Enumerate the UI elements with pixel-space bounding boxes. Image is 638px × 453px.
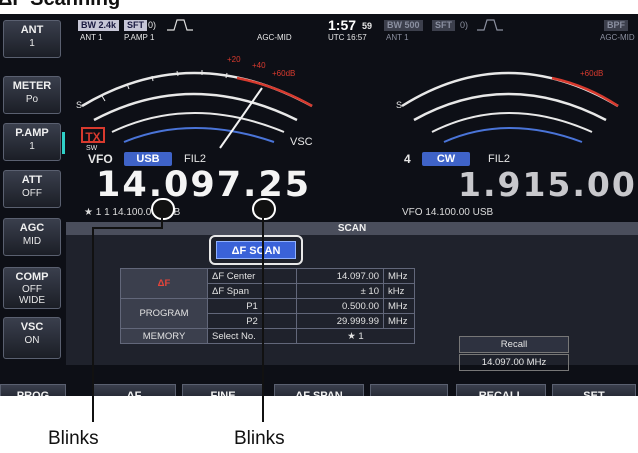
p2-unit: MHz	[383, 313, 415, 329]
sft-indicator-sub: SFT	[432, 20, 455, 31]
set-key[interactable]: SET	[552, 384, 636, 396]
filter-shape-icon	[167, 19, 193, 31]
svg-text:S: S	[76, 100, 82, 110]
sw-scale-label: SW	[86, 145, 98, 152]
vfo-sub-index: 4	[404, 152, 411, 166]
sft-indicator-main: SFT	[124, 20, 147, 31]
clock-time: 1:57	[328, 17, 357, 33]
blink-marker-right	[252, 198, 276, 220]
tx-indicator: TX	[81, 127, 105, 144]
recall-label: Recall	[459, 336, 569, 353]
center-value[interactable]: 14.097.00	[296, 268, 384, 284]
sub-s-meter: S +60dB	[396, 69, 619, 143]
agc-button-value: MID	[22, 236, 42, 247]
recall-value: 14.097.00 MHz	[459, 354, 569, 371]
svg-text:S: S	[396, 100, 402, 110]
pamp-button-value: 1	[29, 141, 35, 152]
svg-text:+60dB: +60dB	[272, 69, 295, 78]
radio-display: ANT 1 METER Po P.AMP 1 ATT OFF AGC MID C…	[0, 14, 638, 396]
delta-f-span-key[interactable]: ΔF SPAN	[274, 384, 364, 396]
memory-row-head: MEMORY	[120, 328, 208, 344]
callout-line	[262, 218, 264, 422]
mode-main[interactable]: USB	[124, 152, 172, 166]
agc-button-label: AGC	[19, 222, 45, 234]
vsc-button[interactable]: VSC ON	[3, 317, 61, 359]
blank-key[interactable]	[370, 384, 448, 396]
prog-key[interactable]: PROG	[0, 384, 66, 396]
blinks-callout-left: Blinks	[48, 428, 99, 449]
main-frequency: 14.097.25	[96, 165, 312, 205]
table-row: ΔF ΔF Center 14.097.00 MHz	[120, 268, 415, 299]
ant-status-sub: ANT 1	[386, 33, 409, 42]
p1-value: 0.500.00	[296, 298, 384, 314]
svg-text:+20: +20	[227, 55, 241, 64]
select-no-value: ★ 1	[296, 328, 415, 344]
select-no-label: Select No.	[207, 328, 297, 344]
sft-value-sub: 0)	[460, 20, 469, 30]
p2-label: P2	[207, 313, 297, 329]
agc-status-sub: AGC-MID	[600, 33, 635, 42]
center-unit: MHz	[383, 268, 415, 284]
vfo-main-label: VFO	[88, 152, 113, 166]
vsc-indicator: VSC	[290, 136, 313, 148]
ant-status-main: ANT 1	[80, 33, 103, 42]
att-button-value: OFF	[22, 188, 42, 199]
delta-f-scan-button[interactable]: ΔF SCAN	[216, 241, 296, 259]
agc-status-main: AGC-MID	[257, 33, 292, 42]
bw-indicator-main: BW 2.4k	[78, 20, 120, 31]
scan-settings-table: ΔF ΔF Center 14.097.00 MHz ΔF Span ± 10 …	[120, 268, 415, 344]
active-indicator	[62, 132, 65, 154]
svg-text:+40: +40	[252, 61, 266, 70]
table-row: MEMORY Select No. ★ 1	[120, 328, 415, 344]
p2-value: 29.999.99	[296, 313, 384, 329]
delta-f-key[interactable]: ΔF	[92, 384, 176, 396]
filter-shape-sub-icon	[477, 19, 503, 31]
sub-frequency: 1.915.00	[458, 165, 637, 204]
meter-button[interactable]: METER Po	[3, 76, 61, 114]
page-heading: ΔF Scanning	[0, 0, 120, 11]
clock-seconds: 59	[362, 21, 373, 31]
pamp-status-main: P.AMP 1	[124, 33, 155, 42]
blinks-callout-right: Blinks	[234, 428, 285, 449]
recall-key[interactable]: RECALL	[456, 384, 546, 396]
bw-indicator-sub: BW 500	[384, 20, 423, 31]
span-unit: kHz	[383, 283, 415, 299]
fine-key[interactable]: FINE	[182, 384, 264, 396]
comp-button[interactable]: COMP OFF WIDE	[3, 267, 61, 309]
p1-label: P1	[207, 298, 297, 314]
mode-sub[interactable]: CW	[422, 152, 470, 166]
pamp-button[interactable]: P.AMP 1	[3, 123, 65, 161]
utc-time: UTC 16:57	[328, 33, 367, 42]
pamp-button-label: P.AMP	[15, 127, 49, 139]
ant-button-value: 1	[29, 38, 35, 49]
sub-memory-line: VFO 14.100.00 USB	[402, 207, 494, 218]
att-button[interactable]: ATT OFF	[3, 170, 61, 208]
program-row-head: PROGRAM	[120, 298, 208, 329]
center-label: ΔF Center	[207, 268, 297, 284]
callout-line	[92, 227, 163, 229]
blink-marker-left	[151, 198, 175, 220]
meter-button-value: Po	[25, 94, 39, 105]
bpf-indicator: BPF	[604, 20, 628, 31]
vsc-button-value: ON	[24, 335, 40, 346]
meter-button-label: METER	[12, 80, 52, 92]
filter-sub: FIL2	[488, 153, 511, 165]
ant-button-label: ANT	[20, 24, 44, 36]
span-label: ΔF Span	[207, 283, 297, 299]
table-row: PROGRAM P1 0.500.00 MHz	[120, 298, 415, 329]
filter-main: FIL2	[184, 153, 207, 165]
sft-value-main: 0)	[148, 20, 157, 30]
p1-unit: MHz	[383, 298, 415, 314]
comp-button-value: OFF WIDE	[18, 284, 46, 306]
span-value[interactable]: ± 10	[296, 283, 384, 299]
vsc-button-label: VSC	[20, 321, 44, 333]
comp-button-label: COMP	[15, 271, 49, 283]
delta-f-row-head: ΔF	[120, 268, 208, 299]
agc-button[interactable]: AGC MID	[3, 218, 61, 256]
ant-button[interactable]: ANT 1	[3, 20, 61, 58]
svg-text:+60dB: +60dB	[580, 69, 603, 78]
att-button-label: ATT	[21, 174, 43, 186]
callout-line	[92, 227, 94, 422]
